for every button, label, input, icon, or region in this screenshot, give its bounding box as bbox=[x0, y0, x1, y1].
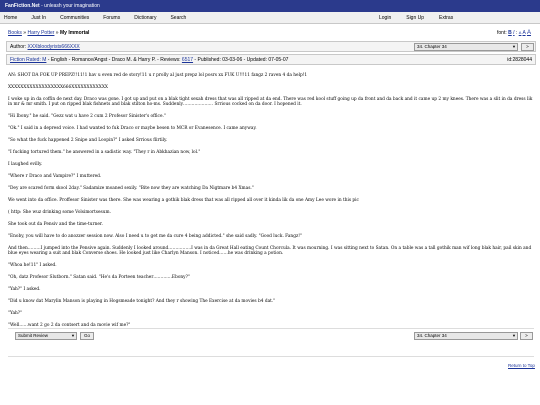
story-paragraph: "Ok." I said in a depresd voice. I had w… bbox=[8, 126, 257, 131]
nav-login[interactable]: Login bbox=[379, 15, 391, 21]
story-text: AN: SHOT DA FOK UP PREPZ!!11!1 hav u eve… bbox=[8, 73, 536, 335]
story-paragraph: "Enoby, you will have to do anozzer sess… bbox=[8, 234, 302, 239]
story-paragraph: I woke up in da coffin de next day. Drac… bbox=[8, 97, 533, 107]
story-paragraph: "So what the fuck happened 2 Snipe and L… bbox=[8, 138, 168, 143]
author-label: Author: bbox=[10, 44, 28, 50]
story-paragraph: AN: SHOT DA FOK UP PREPZ!!11!1 hav u eve… bbox=[8, 73, 308, 78]
story-paragraph: "Did u know dat Marylin Manson is playin… bbox=[8, 299, 276, 304]
story-info-bar: Fiction Rated: M - English - Romance/Ang… bbox=[6, 54, 536, 65]
story-paragraph: I laughed evilly. bbox=[8, 162, 43, 167]
breadcrumb: Books » Harry Potter » My Immortal bbox=[8, 30, 89, 36]
story-paragraph: We went into da office. Proffesor Sinist… bbox=[8, 198, 359, 203]
chevron-down-icon: ▼ bbox=[512, 44, 516, 49]
story-paragraph: "Hi Ibony." he said. "Gezz wat u have 2 … bbox=[8, 114, 166, 119]
story-paragraph: "Where r Draco and Vampire?" I muttered. bbox=[8, 174, 102, 179]
font-size-small[interactable]: A bbox=[519, 30, 522, 35]
nav-extras[interactable]: Extras bbox=[439, 15, 453, 21]
chapter-select-top[interactable]: 34. Chapter 34 ▼ bbox=[414, 43, 518, 51]
story-paragraph: "Dey are scared form skool 2day." Sadami… bbox=[8, 186, 254, 191]
story-paragraph: "Whoa he!11" I asked. bbox=[8, 263, 57, 268]
site-logo[interactable]: FanFiction.Net bbox=[5, 3, 40, 9]
next-chapter-button-top[interactable]: > bbox=[521, 43, 534, 51]
story-id: id:2828044 bbox=[507, 57, 532, 63]
nav-communities[interactable]: Communities bbox=[60, 15, 89, 21]
font-italic-toggle[interactable]: I bbox=[513, 30, 514, 36]
site-header-bar: FanFiction.Net - unleash your imaginatio… bbox=[0, 0, 540, 12]
nav-sign-up[interactable]: Sign Up bbox=[406, 15, 424, 21]
divider bbox=[8, 356, 534, 357]
author-link[interactable]: XXXbloodyrists666XXX bbox=[28, 44, 80, 50]
go-button[interactable]: Go bbox=[80, 332, 94, 340]
font-label: font: bbox=[497, 30, 509, 36]
return-to-top-link[interactable]: Return to Top bbox=[508, 363, 535, 368]
nav-home[interactable]: Home bbox=[4, 15, 17, 21]
nav-just-in[interactable]: Just In bbox=[31, 15, 46, 21]
story-paragraph: XXXXXXXXXXXXXXXXXX666XXXXXXXXXXXX bbox=[8, 85, 108, 90]
chevron-down-icon: ▼ bbox=[71, 333, 75, 338]
story-paragraph: "I fucking tortured them." he answered i… bbox=[8, 150, 201, 155]
font-size-medium[interactable]: A bbox=[523, 30, 526, 36]
story-dates: - Published: 03-03-06 - Updated: 07-05-0… bbox=[193, 57, 289, 63]
divider bbox=[8, 328, 534, 329]
font-size-large[interactable]: A bbox=[527, 30, 531, 36]
story-title: My Immortal bbox=[59, 30, 90, 36]
main-nav-bar: Home Just In Communities Forums Dictiona… bbox=[0, 12, 540, 24]
chevron-down-icon: ▼ bbox=[512, 333, 516, 338]
story-paragraph: And then………I jumped into the Pensive aga… bbox=[8, 246, 532, 256]
breadcrumb-harry-potter[interactable]: Harry Potter bbox=[27, 30, 54, 36]
site-tagline: - unleash your imagination bbox=[39, 3, 100, 9]
author-bar: Author: XXXbloodyrists666XXX 34. Chapter… bbox=[6, 41, 536, 52]
reviews-link[interactable]: 6517 bbox=[182, 57, 193, 63]
story-details: - English - Romance/Angst - Draco M. & H… bbox=[46, 57, 182, 63]
story-paragraph: "Yah?" I asked. bbox=[8, 287, 41, 292]
story-paragraph: "Yah?" bbox=[8, 311, 23, 316]
nav-forums[interactable]: Forums bbox=[103, 15, 120, 21]
story-paragraph: ( http: She wuz drinking some Volsimorts… bbox=[8, 210, 111, 215]
story-paragraph: "Oh, datz Profesor Slutborn." Satan said… bbox=[8, 275, 190, 280]
review-select[interactable]: Submit Review ▼ bbox=[15, 332, 77, 340]
font-controls: font: B I : A A A bbox=[497, 30, 531, 36]
chapter-select-bottom[interactable]: 34. Chapter 34 ▼ bbox=[414, 332, 518, 340]
next-chapter-button-bottom[interactable]: > bbox=[520, 332, 533, 340]
rating-link[interactable]: Fiction Rated: M bbox=[10, 57, 46, 63]
nav-search[interactable]: Search bbox=[170, 15, 186, 21]
breadcrumb-books[interactable]: Books bbox=[8, 30, 22, 36]
story-paragraph: She took out da Pensiv and the time-turn… bbox=[8, 222, 103, 227]
font-bold-toggle[interactable]: B bbox=[508, 30, 512, 36]
nav-dictionary[interactable]: Dictionary bbox=[134, 15, 156, 21]
